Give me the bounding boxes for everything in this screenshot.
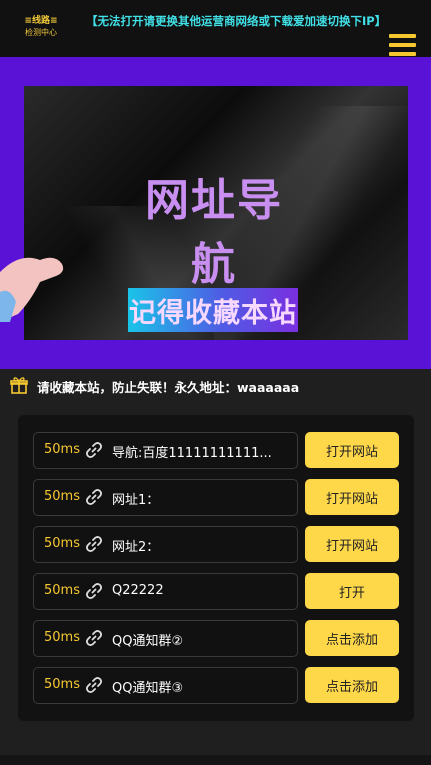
link-icon [86, 442, 102, 458]
link-icon [86, 489, 102, 505]
latency-value: 50ms [44, 630, 80, 645]
gift-icon [10, 377, 28, 394]
site-label: 网址2： [112, 540, 160, 555]
link-icon [86, 677, 102, 693]
site-row[interactable]: 50ms 导航:百度11111111111... [33, 432, 298, 469]
link-icon [86, 583, 102, 599]
logo-line1: ≡线路≡ [24, 16, 58, 26]
line-check-logo[interactable]: ≡线路≡ 检测中心 [18, 12, 64, 42]
open-site-button[interactable]: 打开网站 [305, 526, 399, 562]
site-row[interactable]: 50ms 网址1： [33, 479, 298, 516]
site-label: QQ通知群③ [112, 681, 184, 696]
banner-image: 网址导航 记得收藏本站 [24, 86, 408, 340]
site-label: QQ通知群② [112, 634, 184, 649]
banner-title: 网址导航 [145, 175, 283, 290]
bottom-bar [0, 755, 431, 765]
open-site-button[interactable]: 点击添加 [305, 620, 399, 656]
site-row[interactable]: 50ms QQ通知群② [33, 620, 298, 657]
site-row[interactable]: 50ms 网址2： [33, 526, 298, 563]
latency-value: 50ms [44, 536, 80, 551]
link-icon [86, 536, 102, 552]
site-row[interactable]: 50ms Q22222 [33, 573, 298, 610]
latency-value: 50ms [44, 677, 80, 692]
latency-value: 50ms [44, 489, 80, 504]
header-bar: ≡线路≡ 检测中心 【无法打开请更换其他运营商网络或下载爱加速切换下IP】 [0, 0, 431, 57]
hand-illustration [0, 257, 64, 322]
logo-line2: 检测中心 [25, 28, 57, 37]
network-notice: 【无法打开请更换其他运营商网络或下载爱加速切换下IP】 [86, 14, 387, 28]
site-list-card: 50ms 导航:百度11111111111... 打开网站 50ms 网址1： 打开网站 5… [18, 415, 414, 721]
open-site-button[interactable]: 点击添加 [305, 667, 399, 703]
open-site-button[interactable]: 打开 [305, 573, 399, 609]
latency-value: 50ms [44, 442, 80, 457]
banner: 网址导航 记得收藏本站 [0, 57, 431, 369]
site-label: Q22222 [112, 583, 164, 598]
banner-subtitle: 记得收藏本站 [129, 297, 297, 329]
site-row[interactable]: 50ms QQ通知群③ [33, 667, 298, 704]
open-site-button[interactable]: 打开网站 [305, 479, 399, 515]
bookmark-notice: 请收藏本站，防止失联！永久地址：waaaaaa [37, 380, 300, 395]
latency-value: 50ms [44, 583, 80, 598]
hamburger-menu-icon[interactable] [389, 34, 416, 56]
site-label: 网址1： [112, 493, 160, 508]
link-icon [86, 630, 102, 646]
banner-subtitle-box: 记得收藏本站 [128, 288, 298, 332]
site-label: 导航:百度11111111111... [112, 446, 272, 461]
open-site-button[interactable]: 打开网站 [305, 432, 399, 468]
